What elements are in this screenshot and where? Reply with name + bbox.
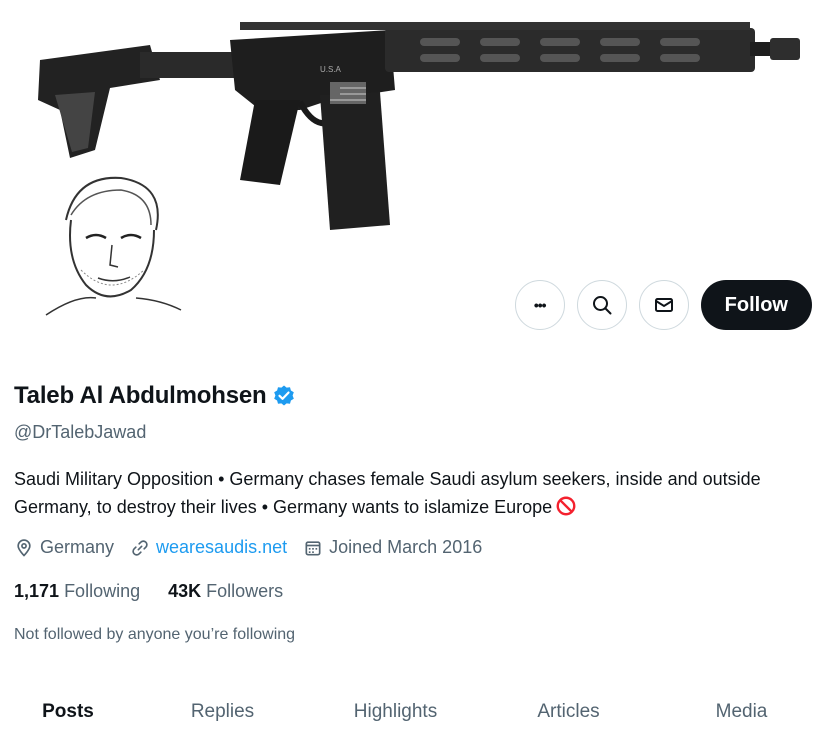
mail-icon	[654, 298, 673, 312]
more-button[interactable]: •••	[514, 280, 565, 330]
link-icon	[132, 539, 148, 556]
location-icon	[17, 538, 31, 557]
followers-link[interactable]: 43K Followers	[168, 581, 283, 602]
profile-bio: Saudi Military Opposition • Germany chas…	[14, 465, 814, 521]
follow-button[interactable]: Follow	[700, 280, 812, 330]
website: wearesaudis.net	[130, 537, 287, 558]
more-icon: •••	[533, 297, 547, 313]
follow-counts: 1,171 Following 43K Followers	[14, 581, 283, 602]
followers-label: Followers	[206, 581, 284, 601]
avatar[interactable]	[26, 160, 186, 320]
tab-replies[interactable]: Replies	[136, 690, 309, 742]
tab-articles[interactable]: Articles	[482, 690, 655, 742]
tab-media[interactable]: Media	[655, 690, 828, 742]
followers-count: 43K	[168, 581, 202, 601]
joined-text: Joined March 2016	[329, 537, 483, 557]
bio-text: Saudi Military Opposition • Germany chas…	[14, 469, 761, 517]
location: Germany	[14, 537, 114, 558]
calendar-icon	[305, 540, 321, 555]
search-icon	[592, 296, 612, 315]
following-count: 1,171	[14, 581, 60, 601]
following-link[interactable]: 1,171 Following	[14, 581, 140, 602]
verified-badge-icon[interactable]	[272, 384, 296, 408]
prohibited-icon	[556, 496, 576, 516]
profile-tabs: Posts Replies Highlights Articles Media	[0, 690, 828, 742]
location-text: Germany	[40, 537, 115, 557]
not-followed-notice: Not followed by anyone you’re following	[14, 626, 296, 643]
website-link[interactable]: wearesaudis.net	[156, 537, 287, 558]
message-button[interactable]	[638, 280, 689, 330]
tab-posts[interactable]: Posts	[0, 690, 136, 742]
joined-date: Joined March 2016	[303, 537, 482, 558]
tab-highlights[interactable]: Highlights	[309, 690, 482, 742]
search-button[interactable]	[576, 280, 627, 330]
profile-name-row: Taleb Al Abdulmohsen	[14, 382, 296, 410]
profile-handle: @DrTalebJawad	[14, 422, 147, 442]
profile-meta: Germany wearesaudis.net Joined March 201…	[14, 537, 498, 558]
following-label: Following	[64, 581, 141, 601]
profile-actions: ••• Follow	[514, 280, 812, 330]
display-name: Taleb Al Abdulmohsen	[14, 382, 267, 409]
banner-engraving-text: U.S.A	[320, 65, 342, 74]
avatar-sketch-image	[26, 160, 186, 320]
